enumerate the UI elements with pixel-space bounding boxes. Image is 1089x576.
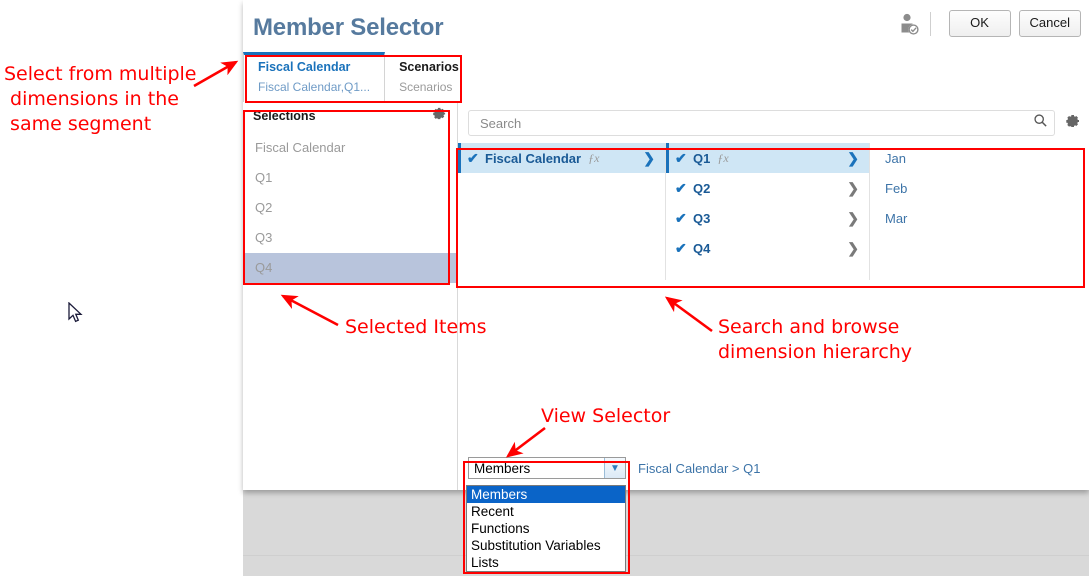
page-divider-line [243, 555, 1089, 556]
tab-title: Fiscal Calendar [258, 60, 351, 74]
option-lists[interactable]: Lists [467, 554, 625, 571]
option-recent[interactable]: Recent [467, 503, 625, 520]
hierarchy-columns: ✔ Fiscal Calendar ƒx ❯ ✔ Q1 ƒx ❯ ✔ Q2 ❯ … [458, 143, 1089, 280]
hierarchy-column-3: Jan Feb Mar [870, 143, 1089, 280]
annotation-view-selector: View Selector [541, 405, 671, 427]
gear-icon[interactable] [1065, 113, 1081, 134]
page-title: Member Selector [253, 14, 444, 41]
annotation-search-browse: Search and browse dimension hierarchy [718, 316, 913, 363]
tree-node-feb[interactable]: Feb [870, 173, 1089, 203]
selections-header: Selections [243, 103, 457, 129]
view-selector-row: Members ▼ Fiscal Calendar > Q1 [458, 454, 1089, 482]
dialog-actions: OK Cancel [896, 10, 1081, 37]
search-box[interactable] [468, 110, 1055, 136]
breadcrumb[interactable]: Fiscal Calendar > Q1 [638, 461, 760, 476]
hierarchy-column-1: ✔ Fiscal Calendar ƒx ❯ [458, 143, 666, 280]
chevron-right-icon[interactable]: ❯ [643, 150, 655, 167]
tree-node-mar[interactable]: Mar [870, 203, 1089, 233]
chevron-right-icon[interactable]: ❯ [847, 150, 859, 167]
tree-node-q2[interactable]: ✔ Q2 ❯ [666, 173, 869, 203]
check-icon[interactable]: ✔ [467, 150, 485, 167]
search-input[interactable] [478, 114, 1033, 132]
option-functions[interactable]: Functions [467, 520, 625, 537]
tab-subtitle: Fiscal Calendar,Q1... [258, 80, 371, 94]
formula-icon: ƒx [717, 150, 729, 165]
tree-node-q1[interactable]: ✔ Q1 ƒx ❯ [666, 143, 869, 173]
view-selector-options: Members Recent Functions Substitution Va… [466, 485, 626, 572]
browse-panel: ✔ Fiscal Calendar ƒx ❯ ✔ Q1 ƒx ❯ ✔ [458, 103, 1089, 490]
tree-node-label: Q3 [693, 210, 711, 226]
mouse-cursor [68, 302, 83, 323]
tab-title: Scenarios [399, 60, 459, 74]
option-substitution-variables[interactable]: Substitution Variables [467, 537, 625, 554]
tree-node-label: Q2 [693, 180, 711, 196]
list-item[interactable]: Q4 [243, 253, 457, 283]
list-item[interactable]: Q1 [243, 163, 457, 193]
list-item[interactable]: Fiscal Calendar [243, 133, 457, 163]
dialog-title-bar: Member Selector OK Cancel [243, 0, 1089, 52]
tab-scenarios[interactable]: Scenarios Scenarios [385, 52, 505, 102]
action-divider [929, 11, 931, 36]
list-item[interactable]: Q3 [243, 223, 457, 253]
selections-title: Selections [253, 109, 316, 123]
tree-node-label: Fiscal Calendar [485, 150, 582, 166]
hierarchy-column-2: ✔ Q1 ƒx ❯ ✔ Q2 ❯ ✔ Q3 ❯ ✔ Q4 ❯ [666, 143, 870, 280]
annotation-multi-dimension: Select from multiple dimensions in the s… [4, 63, 197, 135]
selections-list: Fiscal Calendar Q1 Q2 Q3 Q4 [243, 133, 457, 283]
tree-node-jan[interactable]: Jan [870, 143, 1089, 173]
dialog-body: Selections Fiscal Calendar Q1 Q2 Q3 Q4 S… [243, 103, 1089, 490]
view-selector-dropdown[interactable]: Members ▼ [468, 457, 626, 479]
formula-icon: ƒx [588, 150, 600, 165]
ok-button[interactable]: OK [948, 10, 1011, 37]
check-icon[interactable]: ✔ [675, 210, 693, 227]
check-icon[interactable]: ✔ [675, 240, 693, 257]
tree-node-q4[interactable]: ✔ Q4 ❯ [666, 233, 869, 263]
chevron-down-icon[interactable]: ▼ [604, 458, 625, 478]
check-icon[interactable]: ✔ [675, 180, 693, 197]
annotation-selected-items: Selected Items [345, 316, 487, 338]
chevron-right-icon[interactable]: ❯ [847, 210, 859, 227]
chevron-right-icon[interactable]: ❯ [847, 240, 859, 257]
tab-fiscal-calendar[interactable]: Fiscal Calendar Fiscal Calendar,Q1... [243, 52, 386, 102]
chevron-right-icon[interactable]: ❯ [847, 180, 859, 197]
option-members[interactable]: Members [467, 486, 625, 503]
tree-node-q3[interactable]: ✔ Q3 ❯ [666, 203, 869, 233]
tree-node-fiscal-calendar[interactable]: ✔ Fiscal Calendar ƒx ❯ [458, 143, 665, 173]
selections-panel: Selections Fiscal Calendar Q1 Q2 Q3 Q4 [243, 103, 458, 490]
view-selector-value: Members [474, 460, 531, 476]
person-with-badge-icon[interactable] [896, 11, 922, 37]
list-item[interactable]: Q2 [243, 193, 457, 223]
tab-subtitle: Scenarios [399, 80, 453, 94]
cancel-button[interactable]: Cancel [1018, 10, 1081, 37]
tree-node-label: Q4 [693, 240, 711, 256]
tree-node-label: Q1 [693, 150, 711, 166]
page-background [243, 490, 1089, 576]
dimension-tabs: Fiscal Calendar Fiscal Calendar,Q1... Sc… [243, 52, 1089, 104]
search-icon[interactable] [1033, 113, 1048, 133]
search-row [458, 103, 1089, 143]
gear-icon[interactable] [432, 106, 447, 126]
check-icon[interactable]: ✔ [675, 150, 693, 167]
